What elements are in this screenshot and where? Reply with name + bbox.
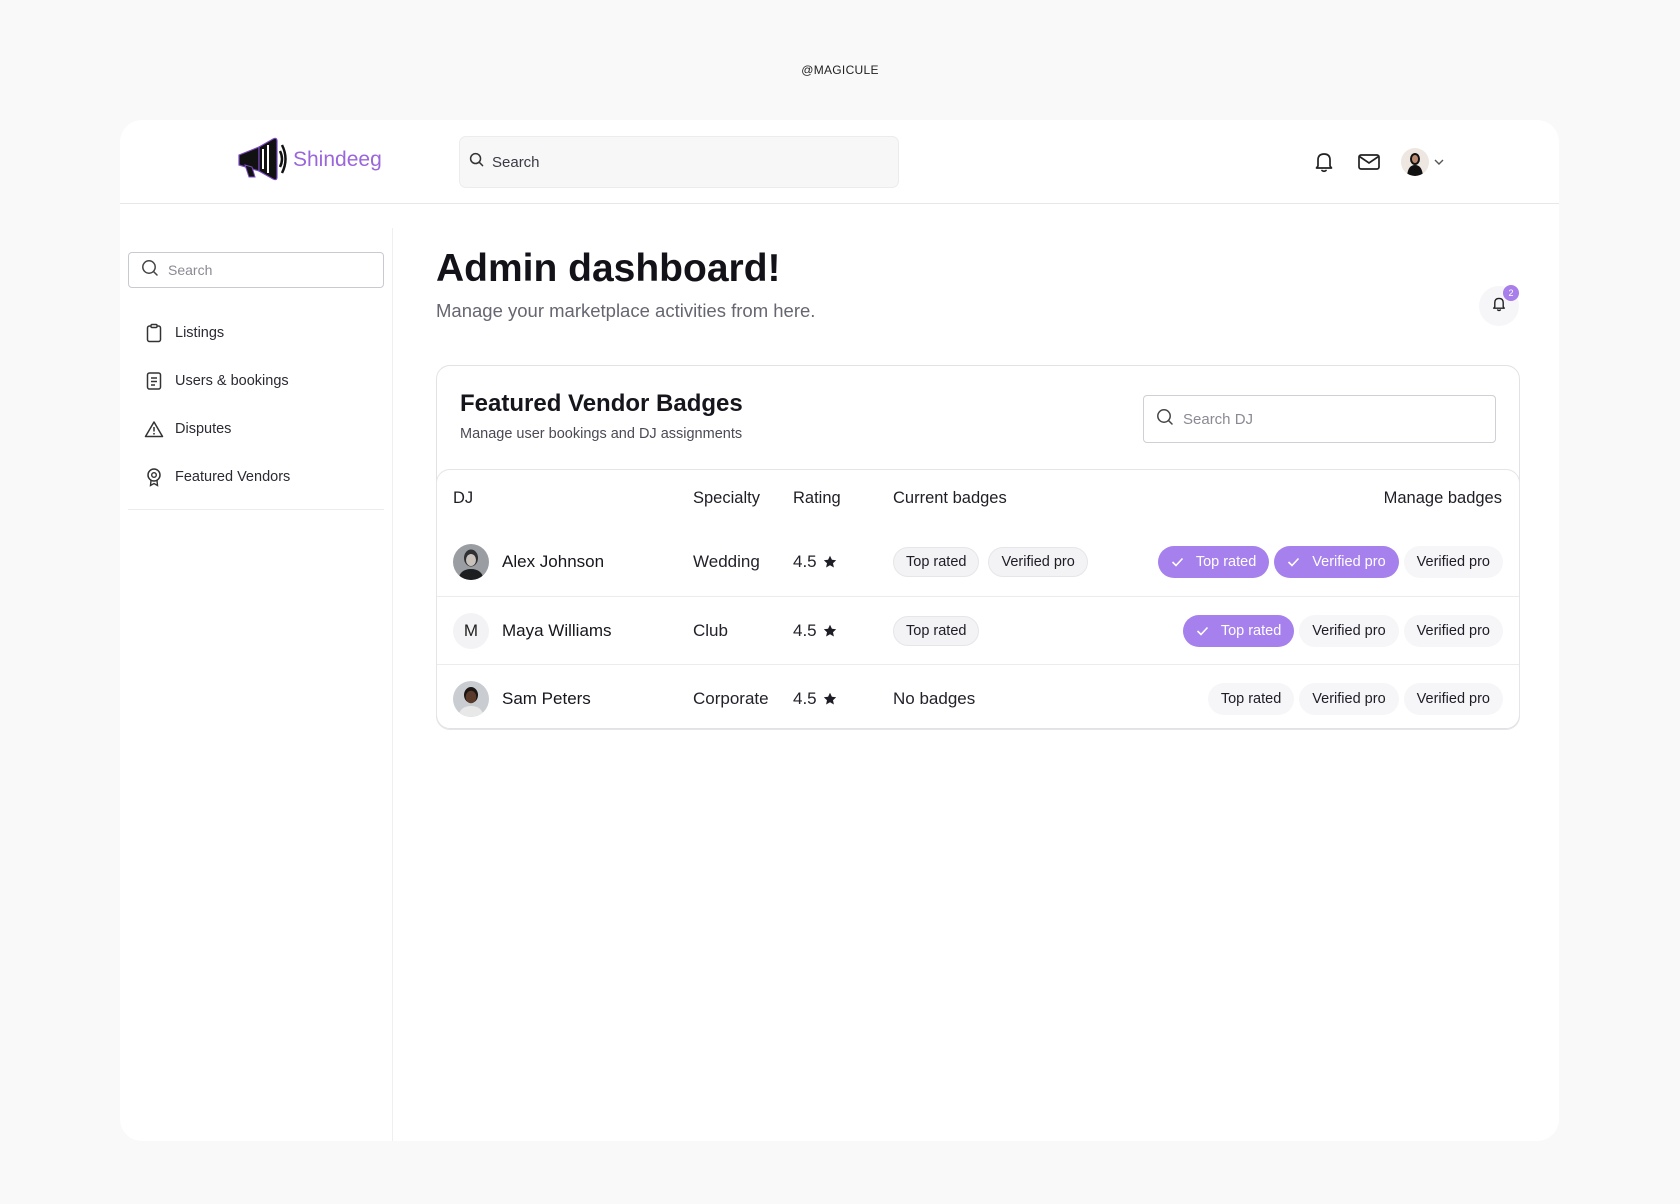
mail-icon[interactable] — [1355, 148, 1383, 176]
manage-badge-toggle[interactable]: Verified pro — [1274, 546, 1399, 578]
brand-name: Shindeeg — [293, 148, 382, 171]
bell-icon — [1492, 296, 1506, 317]
table-row[interactable]: M Maya Williams Club 4.5 Top rated Top r… — [437, 596, 1519, 664]
global-search-input[interactable] — [492, 153, 872, 171]
star-icon — [823, 555, 837, 569]
dj-name: Maya Williams — [502, 620, 612, 640]
dj-search[interactable] — [1143, 395, 1496, 443]
manage-badge-toggle[interactable]: Verified pro — [1299, 682, 1399, 715]
current-badge: Top rated — [893, 615, 980, 646]
column-header-dj: DJ — [453, 489, 474, 507]
check-icon — [1196, 626, 1209, 636]
search-icon — [141, 259, 159, 282]
manage-badge-toggle[interactable]: Top rated — [1157, 546, 1270, 578]
sidebar-search[interactable] — [128, 252, 384, 288]
app-window: Shindeeg Search Search Listings Users & … — [120, 120, 1559, 1141]
manage-badge-toggle[interactable]: Top rated — [1207, 682, 1295, 715]
badges-table: DJ Specialty Rating Current badges Manag… — [436, 469, 1520, 730]
check-icon — [1287, 557, 1300, 567]
notification-count-badge: 2 — [1503, 285, 1519, 301]
search-icon — [1156, 408, 1174, 431]
bell-icon[interactable] — [1310, 148, 1338, 176]
no-badges-text: No badges — [893, 688, 976, 708]
sidebar-item-featured-vendors[interactable]: Featured Vendors — [144, 453, 384, 501]
specialty: Club — [693, 620, 728, 640]
avatar: M — [453, 612, 489, 649]
page-title: Admin dashboard! — [436, 247, 781, 290]
table-row[interactable]: Sam Peters Corporate 4.5 No badges Top r… — [437, 664, 1519, 732]
dj-name: Alex Johnson — [502, 552, 605, 571]
star-icon — [823, 692, 837, 706]
manage-badge-toggle[interactable]: Verified pro — [1403, 682, 1503, 715]
card-title: Featured Vendor Badges — [460, 390, 743, 417]
global-search[interactable] — [459, 136, 899, 188]
sidebar-item-label: Listings — [175, 325, 225, 341]
top-bar: Shindeeg — [120, 120, 1559, 204]
sidebar-item-label: Users & bookings — [175, 373, 289, 389]
column-header-specialty: Specialty — [693, 489, 760, 507]
receipt-icon — [144, 371, 164, 391]
avatar — [453, 544, 489, 580]
card-subtitle: Manage user bookings and DJ assignments — [460, 426, 743, 442]
sidebar-nav: Listings Users & bookings Disputes Featu… — [144, 309, 384, 501]
manage-badge-toggle[interactable]: Top rated — [1182, 614, 1295, 647]
megaphone-icon — [235, 137, 287, 183]
star-icon — [823, 624, 837, 638]
chevron-down-icon — [1433, 153, 1445, 171]
sidebar-item-label: Featured Vendors — [175, 469, 291, 485]
table-row[interactable]: Alex Johnson Wedding 4.5 Top rated Verif… — [437, 528, 1519, 596]
sidebar-item-listings[interactable]: Listings — [144, 309, 384, 357]
avatar — [1401, 148, 1429, 176]
rating-value: 4.5 — [793, 688, 817, 708]
sidebar: Listings Users & bookings Disputes Featu… — [120, 228, 393, 1141]
current-badge: Top rated — [893, 547, 980, 577]
search-icon — [469, 152, 484, 172]
dj-name: Sam Peters — [502, 688, 591, 708]
sidebar-item-disputes[interactable]: Disputes — [144, 405, 384, 453]
clipboard-icon — [144, 323, 164, 343]
featured-vendor-badges-card: Featured Vendor Badges Manage user booki… — [436, 365, 1520, 730]
specialty: Wedding — [693, 552, 760, 571]
rating-value: 4.5 — [793, 620, 817, 640]
badge-icon — [144, 467, 164, 487]
warning-icon — [144, 419, 164, 439]
dj-search-input[interactable] — [1183, 410, 1473, 428]
check-icon — [1171, 557, 1184, 567]
sidebar-search-input[interactable] — [168, 262, 368, 278]
avatar — [453, 680, 489, 717]
manage-badge-toggle[interactable]: Verified pro — [1403, 614, 1503, 647]
top-actions — [1310, 148, 1445, 176]
column-header-current-badges: Current badges — [893, 489, 1007, 507]
watermark: @MAGICULE — [801, 63, 879, 77]
column-header-rating: Rating — [793, 489, 841, 507]
sidebar-item-users-bookings[interactable]: Users & bookings — [144, 357, 384, 405]
specialty: Corporate — [693, 688, 769, 708]
sidebar-item-label: Disputes — [175, 421, 232, 437]
manage-badge-toggle[interactable]: Verified pro — [1299, 614, 1399, 647]
current-badge: Verified pro — [988, 547, 1088, 577]
brand-logo[interactable]: Shindeeg — [235, 137, 382, 183]
page-subtitle: Manage your marketplace activities from … — [436, 300, 816, 321]
column-header-manage-badges: Manage badges — [1383, 489, 1502, 507]
account-menu[interactable] — [1401, 148, 1445, 176]
manage-badge-toggle[interactable]: Verified pro — [1403, 546, 1503, 578]
rating-value: 4.5 — [793, 552, 817, 571]
sidebar-divider — [128, 509, 384, 510]
